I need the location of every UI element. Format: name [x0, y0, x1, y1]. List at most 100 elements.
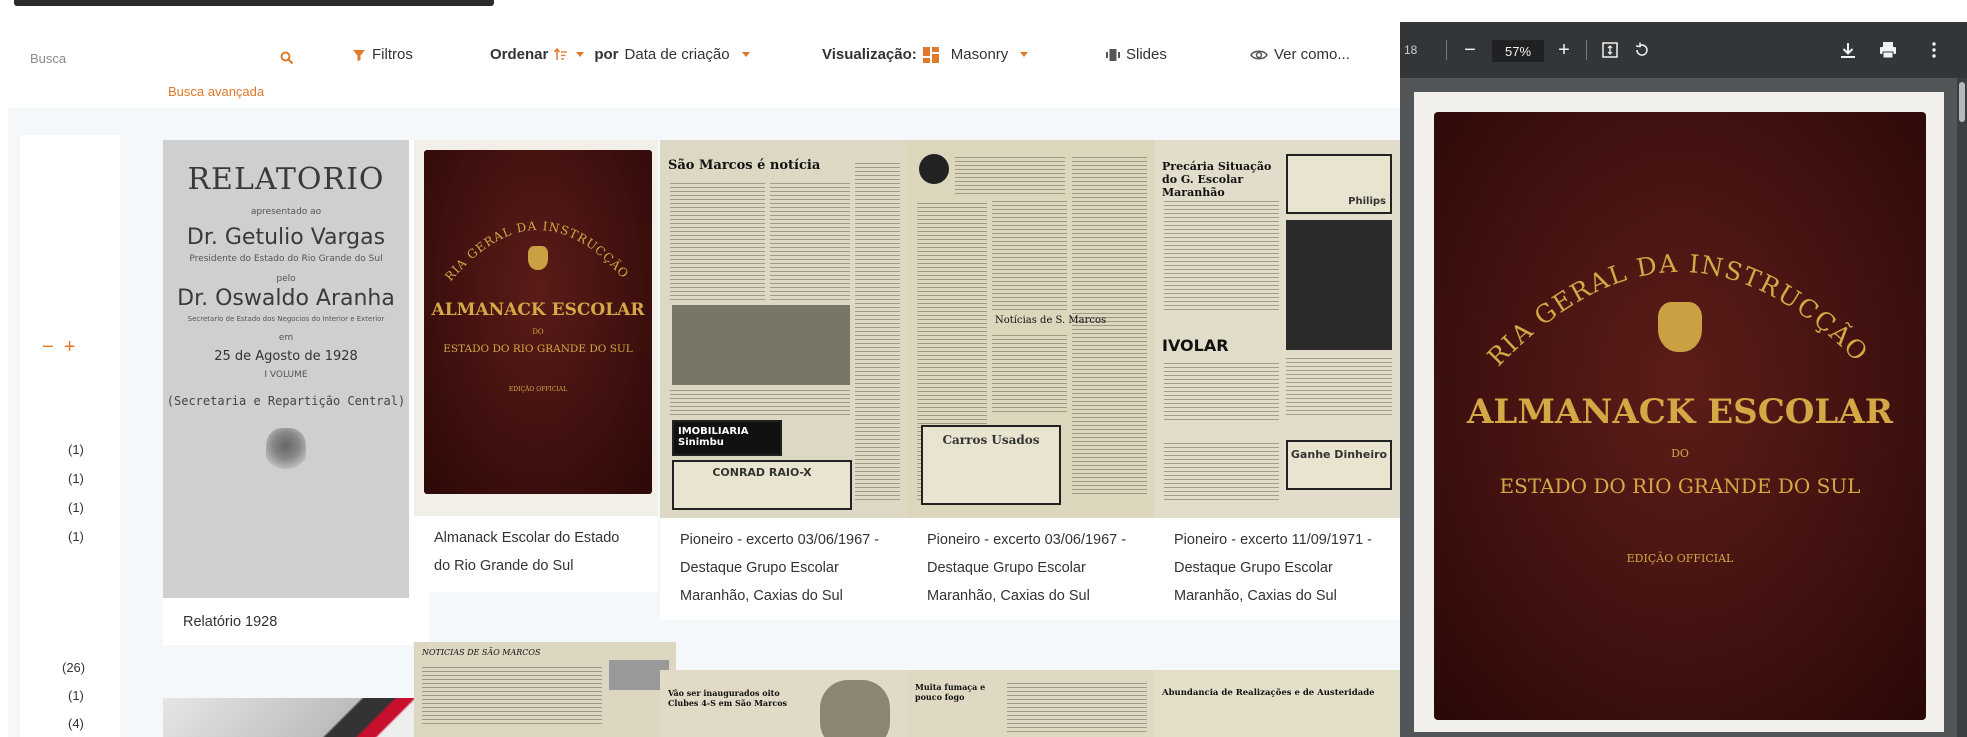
chevron-down-icon	[1020, 52, 1029, 57]
item-title[interactable]: Pioneiro - excerto 03/06/1967 - Destaque…	[907, 518, 1154, 620]
fit-page-icon[interactable]	[1596, 36, 1624, 64]
cover-text: EDIÇÃO OFFICIAL	[1626, 552, 1734, 565]
more-options-icon[interactable]	[1920, 36, 1948, 64]
item-thumbnail[interactable]: Notícias de S. Marcos Carros Usados	[907, 140, 1154, 518]
almanack-cover: DIRECTORIA GERAL DA INSTRUCÇÃO PUBLICA A…	[424, 150, 652, 494]
cover-text: I VOLUME	[264, 370, 308, 380]
rotate-icon[interactable]	[1628, 36, 1656, 64]
item-card[interactable]: RELATORIO apresentado ao Dr. Getulio Var…	[163, 140, 429, 645]
item-thumbnail[interactable]: NOTICIAS DE SÃO MARCOS	[414, 642, 676, 737]
advanced-search-link[interactable]: Busca avançada	[168, 84, 264, 99]
crest-icon	[1658, 302, 1702, 352]
slides-icon	[1106, 48, 1120, 61]
zoom-out-button[interactable]: −	[42, 336, 54, 359]
cover-heading: RELATORIO	[187, 162, 385, 197]
facet-count[interactable]: (4)	[68, 716, 84, 731]
item-thumbnail[interactable]: Muita fumaça e pouco fogo	[907, 670, 1154, 737]
cover-text: DO	[1671, 447, 1689, 460]
search-icon[interactable]	[276, 47, 298, 69]
item-thumbnail[interactable]: São Marcos é notícia IMOBILIARIA Sinimbu…	[660, 140, 907, 518]
item-thumbnail[interactable]: Abundancia de Realizações e de Austerida…	[1154, 670, 1400, 737]
facet-count[interactable]: (1)	[68, 529, 84, 544]
item-thumbnail[interactable]: Precária Situação do G. Escolar Maranhão…	[1154, 140, 1400, 518]
item-card[interactable]: Notícias de S. Marcos Carros Usados Pion…	[907, 140, 1154, 620]
cover-text: pelo	[276, 274, 296, 284]
cover-text: 25 de Agosto de 1928	[214, 349, 358, 364]
chevron-down-icon	[576, 52, 585, 57]
cover-text: Dr. Oswaldo Aranha	[177, 286, 395, 311]
newspaper-headline: Precária Situação do G. Escolar Maranhão	[1162, 160, 1272, 199]
newspaper-headline: IVOLAR	[1162, 336, 1229, 355]
filters-button[interactable]: Filtros	[352, 46, 413, 63]
filter-sidebar	[20, 135, 120, 737]
facet-count[interactable]: (1)	[68, 688, 84, 703]
item-card[interactable]: São Marcos é notícia IMOBILIARIA Sinimbu…	[660, 140, 907, 620]
facet-count[interactable]: (26)	[62, 660, 85, 675]
newspaper-scan: Notícias de S. Marcos Carros Usados	[907, 140, 1154, 518]
facet-count[interactable]: (1)	[68, 500, 84, 515]
cover-title: ALMANACK ESCOLAR	[1467, 392, 1893, 432]
cover-text: Secretario de Estado dos Negocios do Int…	[187, 315, 385, 323]
item-title[interactable]: Pioneiro - excerto 11/09/1971 - Destaque…	[1154, 518, 1400, 620]
facet-count[interactable]: (1)	[68, 442, 84, 457]
cover-text: ESTADO DO RIO GRANDE DO SUL	[443, 343, 633, 355]
view-as-button[interactable]: Ver como...	[1250, 46, 1350, 63]
slides-button[interactable]: Slides	[1106, 46, 1167, 63]
scrollbar[interactable]	[1957, 78, 1967, 737]
cover-text: em	[278, 333, 294, 343]
zoom-out-button[interactable]: −	[1456, 36, 1484, 64]
newspaper-headline: NOTICIAS DE SÃO MARCOS	[422, 648, 541, 657]
item-card[interactable]: Abundancia de Realizações e de Austerida…	[1154, 670, 1400, 737]
zoom-in-button[interactable]: +	[64, 336, 76, 359]
crest-icon	[528, 246, 548, 270]
top-header-strip	[0, 0, 1400, 8]
item-thumbnail[interactable]: Vão ser inaugurados oito Clubes 4-S em S…	[660, 670, 907, 737]
download-icon[interactable]	[1834, 36, 1862, 64]
sort-by-label: por	[594, 46, 619, 63]
item-title[interactable]: Pioneiro - excerto 03/06/1967 - Destaque…	[660, 518, 907, 620]
print-icon[interactable]	[1874, 36, 1902, 64]
cover-title: ALMANACK ESCOLAR	[431, 300, 645, 320]
pdf-viewer: 18 − +	[1400, 8, 1967, 737]
collection-browser: Busca avançada Filtros Ordenar por Data …	[0, 0, 1400, 737]
svg-text:DIRECTORIA GERAL DA INSTRUCÇÃO: DIRECTORIA GERAL DA INSTRUCÇÃO PUBLICA	[1434, 162, 1881, 375]
item-thumbnail[interactable]	[163, 698, 433, 737]
zoom-input[interactable]	[1492, 40, 1544, 62]
item-card[interactable]: NOTICIAS DE SÃO MARCOS	[414, 642, 676, 737]
almanack-cover-large: DIRECTORIA GERAL DA INSTRUCÇÃO PUBLICA A…	[1434, 112, 1926, 720]
pdf-toolbar: 18 − +	[1400, 22, 1967, 78]
item-thumbnail[interactable]: DIRECTORIA GERAL DA INSTRUCÇÃO PUBLICA A…	[414, 140, 658, 516]
cover-text: Presidente do Estado do Rio Grande do Su…	[189, 254, 383, 264]
item-card[interactable]: Precária Situação do G. Escolar Maranhão…	[1154, 140, 1400, 620]
sort-order-icon	[554, 47, 568, 60]
item-title[interactable]: Relatório 1928	[163, 598, 429, 645]
newspaper-scan: São Marcos é notícia IMOBILIARIA Sinimbu…	[660, 140, 907, 518]
cover-text: ESTADO DO RIO GRANDE DO SUL	[1499, 474, 1861, 498]
items-toolbar: Busca avançada Filtros Ordenar por Data …	[0, 30, 1400, 110]
crest-icon	[266, 428, 306, 472]
view-as-label: Ver como...	[1274, 46, 1350, 63]
pdf-document-area[interactable]: DIRECTORIA GERAL DA INSTRUCÇÃO PUBLICA A…	[1400, 78, 1967, 737]
item-card[interactable]	[163, 698, 433, 737]
view-label: Visualização:	[822, 46, 917, 63]
item-card[interactable]: Muita fumaça e pouco fogo	[907, 670, 1154, 737]
sort-control[interactable]: Ordenar por Data de criação	[490, 46, 750, 63]
view-value: Masonry	[950, 46, 1009, 63]
newspaper-headline: Notícias de S. Marcos	[995, 315, 1107, 326]
chevron-down-icon	[741, 52, 750, 57]
grid-zoom-control: − +	[42, 336, 75, 359]
newspaper-headline: Muita fumaça e pouco fogo	[915, 682, 986, 702]
item-thumbnail[interactable]: RELATORIO apresentado ao Dr. Getulio Var…	[163, 140, 409, 598]
cover-arc-text: DIRECTORIA GERAL DA INSTRUCÇÃO PUBLICA	[424, 170, 631, 284]
facet-count[interactable]: (1)	[68, 471, 84, 486]
filters-label: Filtros	[372, 46, 413, 63]
view-mode-control[interactable]: Visualização: Masonry	[822, 46, 1029, 63]
zoom-in-button[interactable]: +	[1550, 36, 1578, 64]
newspaper-scan: Precária Situação do G. Escolar Maranhão…	[1154, 140, 1400, 518]
search-input[interactable]	[24, 44, 289, 72]
item-title[interactable]: Almanack Escolar do Estado do Rio Grande…	[414, 516, 658, 592]
pdf-page: DIRECTORIA GERAL DA INSTRUCÇÃO PUBLICA A…	[1414, 92, 1944, 732]
item-card[interactable]: DIRECTORIA GERAL DA INSTRUCÇÃO PUBLICA A…	[414, 140, 658, 592]
cover-text: EDIÇÃO OFFICIAL	[508, 386, 568, 393]
item-card[interactable]: Vão ser inaugurados oito Clubes 4-S em S…	[660, 670, 907, 737]
